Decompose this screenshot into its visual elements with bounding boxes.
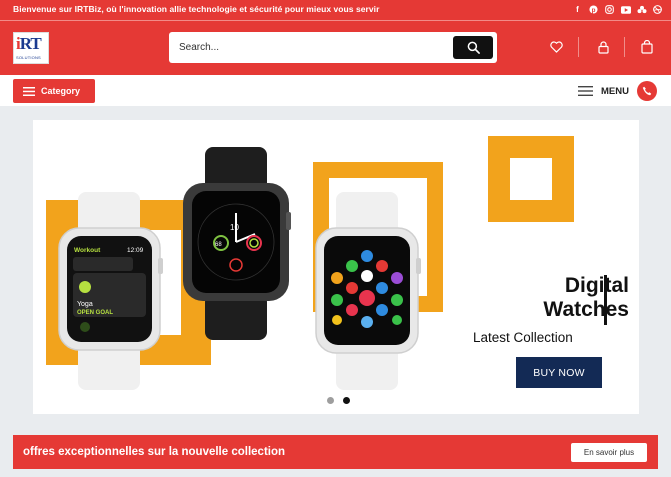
- dribbble-icon[interactable]: [652, 4, 663, 15]
- pinterest-icon[interactable]: p: [588, 4, 599, 15]
- watch-black: 10 68: [183, 147, 291, 340]
- slider-pagination: [327, 397, 350, 404]
- watch1-activity: Yoga: [77, 301, 93, 308]
- phone-button[interactable]: [636, 81, 657, 101]
- search-input[interactable]: [179, 40, 439, 55]
- hero-title-line1: Digital: [564, 274, 629, 297]
- social-links: f p: [572, 4, 663, 15]
- watch-apps: [315, 192, 421, 390]
- youtube-icon[interactable]: [620, 4, 631, 15]
- header-divider: [624, 37, 625, 57]
- svg-text:p: p: [592, 7, 596, 14]
- search-button[interactable]: [453, 36, 493, 59]
- menu-label: MENU: [601, 85, 629, 97]
- site-header: iRT SOLUTIONS: [0, 20, 671, 75]
- watch1-goal: OPEN GOAL: [77, 310, 113, 316]
- slider-dot-2[interactable]: [343, 397, 350, 404]
- promo-text: offres exceptionnelles sur la nouvelle c…: [23, 446, 286, 458]
- promo-banner: offres exceptionnelles sur la nouvelle c…: [13, 435, 658, 469]
- watch2-complication: 10: [230, 223, 239, 232]
- hero-title-line2: Watches: [543, 298, 629, 321]
- hamburger-icon: [578, 86, 593, 96]
- logo-subtitle: SOLUTIONS: [16, 55, 41, 60]
- learn-more-button[interactable]: En savoir plus: [571, 443, 647, 462]
- lock-icon: [597, 40, 609, 54]
- account-button[interactable]: [595, 39, 611, 55]
- heart-icon: [549, 41, 563, 53]
- instagram-icon[interactable]: [604, 4, 615, 15]
- search-icon: [467, 41, 480, 54]
- category-button[interactable]: Category: [13, 79, 95, 103]
- navigation-bar: Category MENU: [0, 75, 671, 106]
- hero-slider: Workout 12:09 Yoga OPEN GOAL 10 68 Digit…: [33, 120, 639, 414]
- phone-icon: [642, 86, 652, 96]
- watch-workout: Workout 12:09 Yoga OPEN GOAL: [58, 192, 163, 390]
- shopping-bag-icon: [641, 40, 653, 54]
- category-label: Category: [41, 86, 81, 96]
- site-logo[interactable]: iRT SOLUTIONS: [13, 32, 49, 64]
- hamburger-icon: [23, 86, 35, 96]
- watch1-app-label: Workout: [74, 247, 101, 254]
- facebook-icon[interactable]: f: [572, 4, 583, 15]
- hero-title: Digital Watches: [499, 274, 629, 322]
- buy-now-button[interactable]: BUY NOW: [516, 357, 602, 388]
- hero-title-accent-bar: [604, 275, 607, 325]
- hero-subtitle: Latest Collection: [473, 330, 573, 345]
- watch1-time: 12:09: [127, 247, 144, 254]
- cart-button[interactable]: [639, 39, 655, 55]
- welcome-text: Bienvenue sur IRTBiz, où l'innovation al…: [13, 4, 380, 14]
- logo-text: iRT: [16, 34, 42, 53]
- slider-dot-1[interactable]: [327, 397, 334, 404]
- wishlist-button[interactable]: [548, 39, 564, 55]
- flickr-icon[interactable]: [636, 4, 647, 15]
- top-announcement-bar: Bienvenue sur IRTBiz, où l'innovation al…: [0, 0, 671, 20]
- watch2-left-complication: 68: [215, 242, 222, 248]
- header-divider: [578, 37, 579, 57]
- menu-toggle[interactable]: MENU: [578, 80, 657, 102]
- search-box: [169, 32, 497, 63]
